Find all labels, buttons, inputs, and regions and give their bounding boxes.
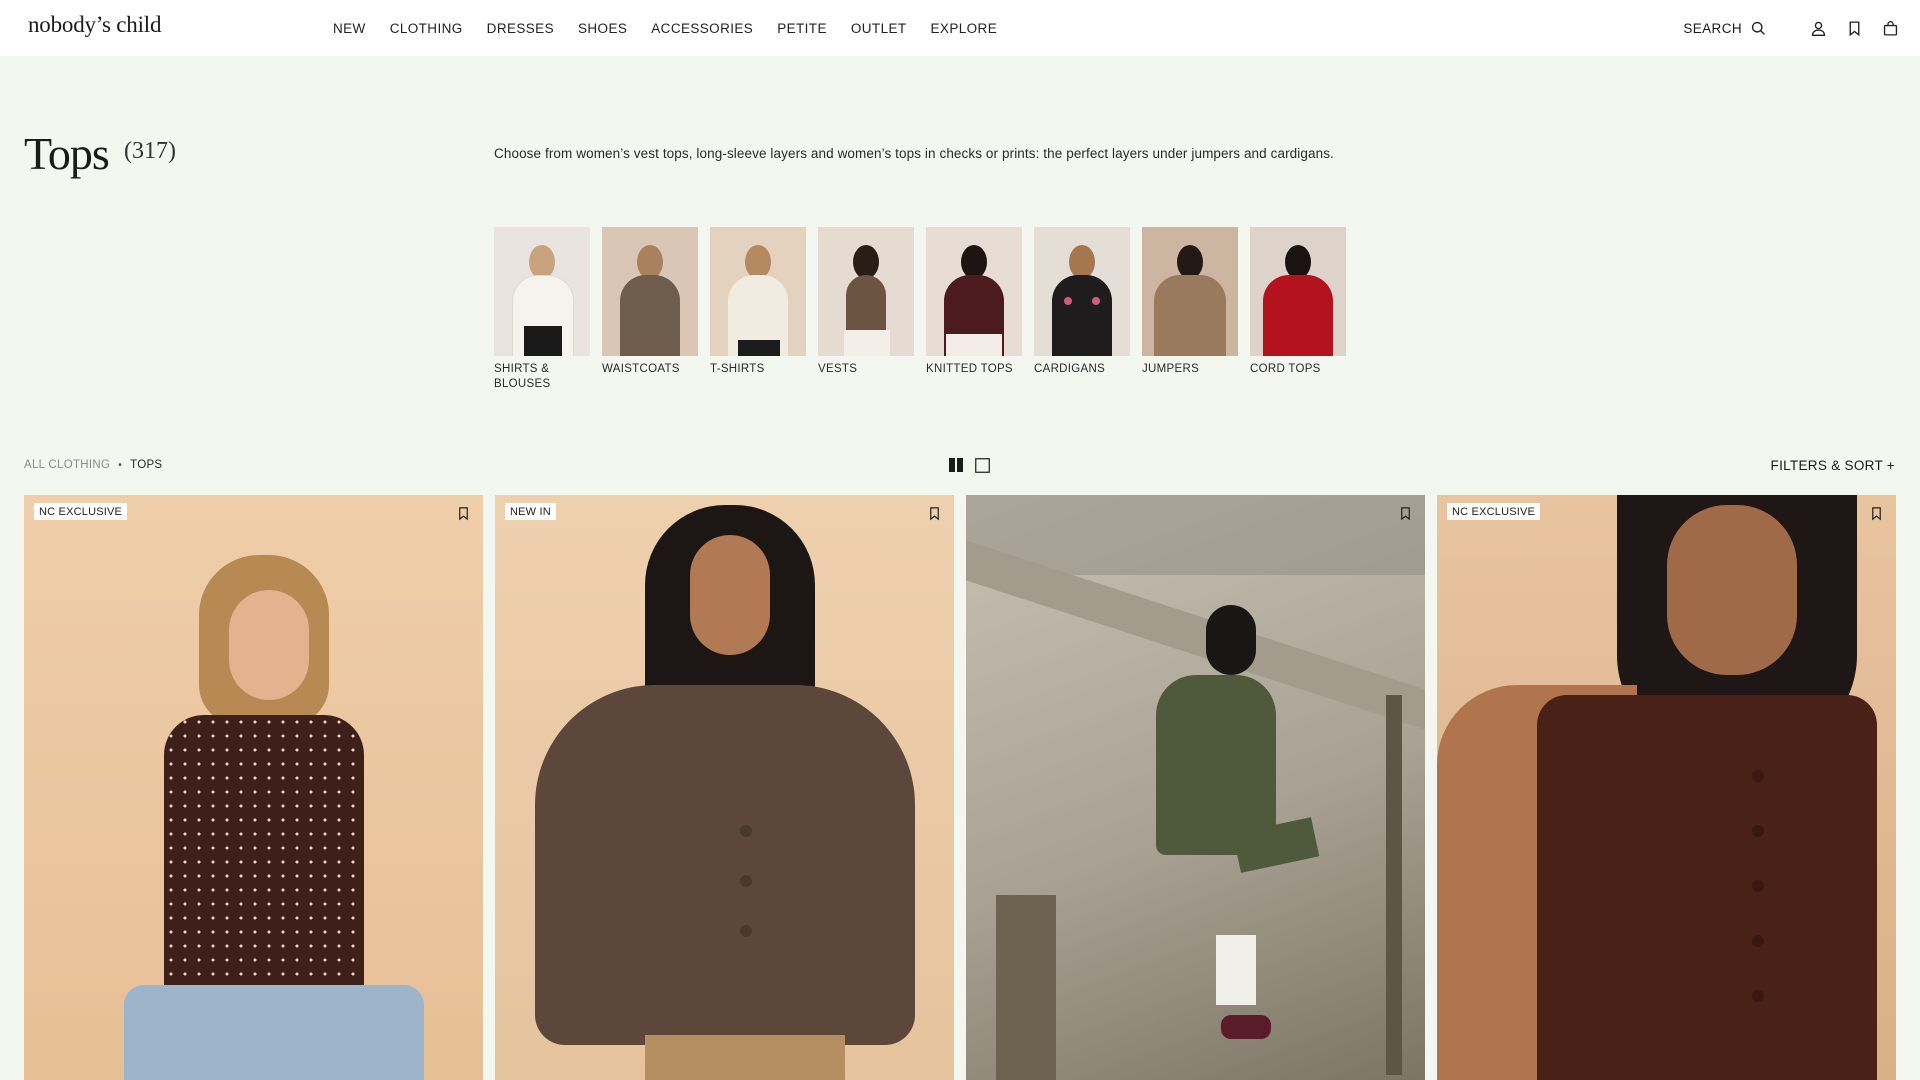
wishlist-bookmark-icon[interactable]: [1395, 503, 1415, 523]
product-badge: NC EXCLUSIVE: [34, 503, 128, 520]
subcategory-knitted-tops[interactable]: KNITTED TOPS: [926, 227, 1022, 392]
filters-sort-button[interactable]: FILTERS & SORT +: [1771, 458, 1895, 473]
subcategory-image: [926, 227, 1022, 356]
account-icon[interactable]: [1808, 18, 1828, 38]
main-nav: NEW CLOTHING DRESSES SHOES ACCESSORIES P…: [333, 0, 1021, 56]
subcategory-label: CORD TOPS: [1250, 363, 1321, 375]
header-actions: SEARCH: [1683, 0, 1900, 56]
page-title: Tops: [24, 128, 110, 179]
product-badge: NEW IN: [505, 503, 556, 520]
subcategory-waistcoats[interactable]: WAISTCOATS: [602, 227, 698, 392]
breadcrumb: ALL CLOTHING • TOPS: [24, 459, 162, 471]
subcategory-image: [1250, 227, 1346, 356]
search-icon[interactable]: [1748, 18, 1768, 38]
nav-item-new[interactable]: NEW: [333, 21, 366, 36]
subcategory-shirts-blouses[interactable]: SHIRTS & BLOUSES: [494, 227, 590, 392]
wishlist-bookmark-icon[interactable]: [924, 503, 944, 523]
wishlist-bookmark-icon[interactable]: [1866, 503, 1886, 523]
breadcrumb-all-clothing[interactable]: ALL CLOTHING: [24, 459, 110, 471]
nav-item-explore[interactable]: EXPLORE: [931, 21, 998, 36]
subcategory-image: [494, 227, 590, 356]
product-badge: NC EXCLUSIVE: [1447, 503, 1541, 520]
nav-item-petite[interactable]: PETITE: [777, 21, 827, 36]
subcategory-jumpers[interactable]: JUMPERS: [1142, 227, 1238, 392]
subcategory-label: JUMPERS: [1142, 363, 1200, 375]
subcategory-image: [710, 227, 806, 356]
two-column-grid-icon[interactable]: [948, 457, 964, 473]
subcategory-t-shirts[interactable]: T-SHIRTS: [710, 227, 806, 392]
subcategory-image: [1142, 227, 1238, 356]
subcategory-image: [602, 227, 698, 356]
wishlist-bookmark-icon[interactable]: [453, 503, 473, 523]
subcategory-label: VESTS: [818, 363, 858, 375]
product-count: (317): [124, 138, 176, 164]
bag-icon[interactable]: [1880, 18, 1900, 38]
nav-item-outlet[interactable]: OUTLET: [851, 21, 907, 36]
product-card[interactable]: NEW IN: [495, 495, 954, 1080]
brand-logo[interactable]: nobody’s child: [28, 12, 161, 38]
product-card[interactable]: [966, 495, 1425, 1080]
product-grid: NC EXCLUSIVE NEW IN NC EXCLUSIVE: [24, 495, 1896, 1080]
nav-item-shoes[interactable]: SHOES: [578, 21, 627, 36]
breadcrumb-separator: •: [118, 459, 123, 471]
subcategory-label: SHIRTS & BLOUSES: [494, 363, 551, 390]
grid-view-toggle: [948, 457, 1000, 473]
subcategory-image: [818, 227, 914, 356]
breadcrumb-current: TOPS: [130, 459, 163, 471]
subcategory-label: KNITTED TOPS: [926, 363, 1013, 375]
nav-item-accessories[interactable]: ACCESSORIES: [651, 21, 753, 36]
nav-item-clothing[interactable]: CLOTHING: [390, 21, 463, 36]
search-button-label[interactable]: SEARCH: [1683, 21, 1742, 36]
subcategory-label: T-SHIRTS: [710, 363, 765, 375]
subcategory-cardigans[interactable]: CARDIGANS: [1034, 227, 1130, 392]
single-column-grid-icon[interactable]: [974, 457, 990, 473]
subcategory-vests[interactable]: VESTS: [818, 227, 914, 392]
site-header: nobody’s child NEW CLOTHING DRESSES SHOE…: [0, 0, 1920, 56]
product-card[interactable]: NC EXCLUSIVE: [1437, 495, 1896, 1080]
subcategory-label: WAISTCOATS: [602, 363, 680, 375]
product-card[interactable]: NC EXCLUSIVE: [24, 495, 483, 1080]
subcategory-cord-tops[interactable]: CORD TOPS: [1250, 227, 1346, 392]
page-description: Choose from women’s vest tops, long-slee…: [494, 146, 1334, 161]
nav-item-dresses[interactable]: DRESSES: [487, 21, 554, 36]
subcategory-label: CARDIGANS: [1034, 363, 1106, 375]
bookmark-icon[interactable]: [1844, 18, 1864, 38]
subcategory-carousel: SHIRTS & BLOUSES WAISTCOATS T-SHIRTS VES…: [494, 227, 1358, 392]
subcategory-image: [1034, 227, 1130, 356]
